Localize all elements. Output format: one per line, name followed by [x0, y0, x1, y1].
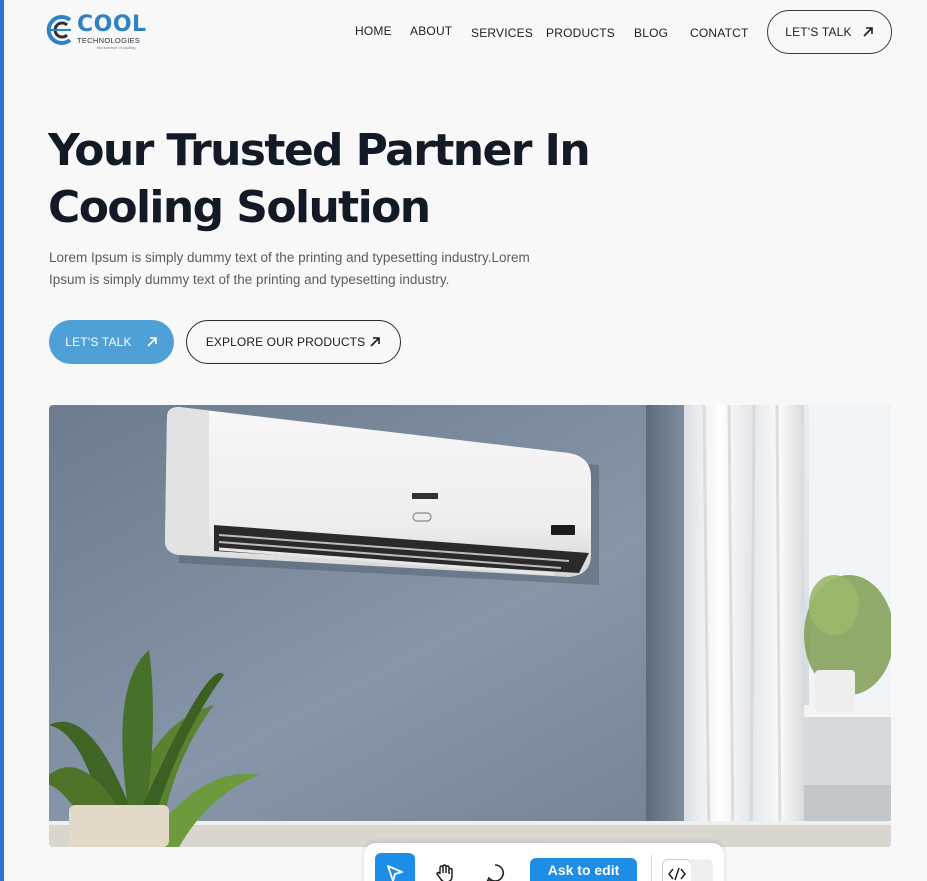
select-tool-button[interactable] [375, 853, 415, 881]
explore-products-button[interactable]: EXPLORE OUR PRODUCTS [186, 320, 401, 364]
ac-room-illustration [49, 405, 891, 847]
nav-item-contact[interactable]: CONATCT [690, 26, 749, 40]
brand-subtitle: TECHNOLOGIES [77, 36, 141, 45]
comment-icon [486, 864, 504, 881]
hero-title: Your Trusted Partner In Cooling Solution [48, 122, 608, 236]
brand-tagline: the science of cooling [97, 44, 136, 50]
arrow-up-right-icon [147, 337, 157, 347]
ask-to-edit-button[interactable]: Ask to edit [530, 858, 637, 881]
hero-title-line-1: Your Trusted Partner In [48, 125, 591, 176]
nav-item-blog[interactable]: BLOG [634, 26, 668, 40]
hero-secondary-label: EXPLORE OUR PRODUCTS [205, 335, 366, 349]
nav-item-home[interactable]: HOME [355, 24, 392, 38]
hero-primary-label: LET'S TALK [65, 335, 132, 349]
code-view-button[interactable] [662, 859, 692, 881]
hero-description: Lorem Ipsum is simply dummy text of the … [49, 250, 530, 287]
code-icon [668, 867, 686, 881]
header-cta-label: LET'S TALK [785, 25, 852, 39]
select-cursor-icon [387, 865, 403, 881]
nav-item-services[interactable]: SERVICES [471, 26, 533, 40]
arrow-up-right-icon [863, 27, 873, 37]
left-edge-rail [0, 0, 4, 881]
hand-icon [436, 864, 453, 881]
toolbar-divider [651, 855, 652, 881]
hero-image-air-conditioner [49, 405, 891, 847]
hero-lets-talk-button[interactable]: LET'S TALK [49, 320, 174, 364]
comment-tool-button[interactable] [475, 853, 515, 881]
logo-mark-icon [46, 15, 72, 45]
editor-toolbar: Ask to edit [364, 843, 724, 881]
nav-item-about[interactable]: ABOUT [410, 24, 452, 38]
hand-tool-button[interactable] [425, 853, 465, 881]
toolbar-extra-slot [691, 859, 713, 881]
nav-item-products[interactable]: PRODUCTS [546, 26, 615, 40]
brand-logo[interactable]: COOL TECHNOLOGIES the science of cooling [45, 14, 155, 54]
brand-name: COOL [77, 12, 147, 37]
header-lets-talk-button[interactable]: LET'S TALK [767, 10, 892, 54]
hero-title-line-2: Cooling Solution [48, 182, 431, 233]
arrow-up-right-icon [370, 337, 380, 347]
